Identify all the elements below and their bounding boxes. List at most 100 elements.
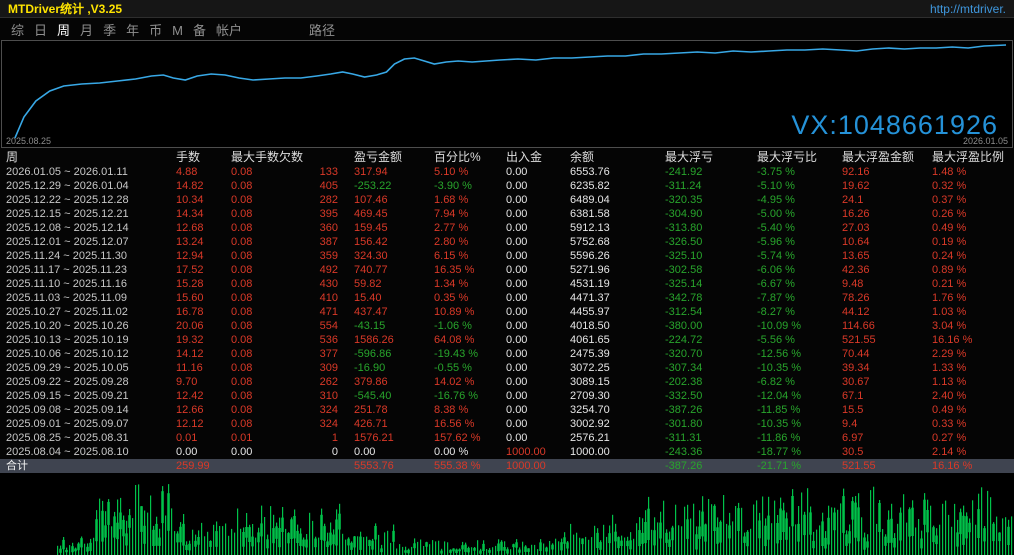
menu-tab-帐户[interactable]: 帐户: [216, 23, 242, 38]
cell-period: 2025.09.15 ~ 2025.09.21: [0, 389, 170, 403]
table-row[interactable]: 2025.09.08 ~ 2025.09.1412.660.08324251.7…: [0, 403, 1014, 417]
cell-max-float-loss: -304.90: [659, 207, 751, 221]
cell-max-lots: 0.08: [225, 347, 280, 361]
cell-count: 133: [280, 165, 348, 179]
cell-max-lots: 0.08: [225, 319, 280, 333]
total-row[interactable]: 合计259.995553.76555.38 %1000.00-387.26-21…: [0, 459, 1014, 473]
table-row[interactable]: 2025.10.13 ~ 2025.10.1919.320.085361586.…: [0, 333, 1014, 347]
table-row[interactable]: 2025.09.01 ~ 2025.09.0712.120.08324426.7…: [0, 417, 1014, 431]
table-row[interactable]: 2025.12.29 ~ 2026.01.0414.820.08405-253.…: [0, 179, 1014, 193]
table-row[interactable]: 2025.12.01 ~ 2025.12.0713.240.08387156.4…: [0, 235, 1014, 249]
cell-count: 262: [280, 375, 348, 389]
cell-pnl: 159.45: [348, 221, 428, 235]
cell-count: 471: [280, 305, 348, 319]
cell-max-float-profit-pct: 1.48 %: [926, 165, 1014, 179]
col-header-balance: 余额: [564, 148, 659, 165]
cell-pnl: 107.46: [348, 193, 428, 207]
cell-period: 2026.01.05 ~ 2026.01.11: [0, 165, 170, 179]
table-row[interactable]: 2025.09.22 ~ 2025.09.289.700.08262379.86…: [0, 375, 1014, 389]
cell-count: 359: [280, 249, 348, 263]
cell-lots: 259.99: [170, 459, 225, 473]
cell-lots: 12.66: [170, 403, 225, 417]
menu-tab-年[interactable]: 年: [126, 23, 139, 38]
cell-lots: 16.78: [170, 305, 225, 319]
menu-tab-日[interactable]: 日: [34, 23, 47, 38]
cell-period: 2025.09.22 ~ 2025.09.28: [0, 375, 170, 389]
cell-lots: 0.00: [170, 445, 225, 459]
cell-max-float-loss: -202.38: [659, 375, 751, 389]
menu-item-path[interactable]: 路径: [309, 20, 335, 39]
table-row[interactable]: 2025.11.10 ~ 2025.11.1615.280.0843059.82…: [0, 277, 1014, 291]
cell-cashflow: 0.00: [500, 319, 564, 333]
cell-max-float-profit-pct: 0.32 %: [926, 179, 1014, 193]
cell-max-float-loss: -311.24: [659, 179, 751, 193]
table-row[interactable]: 2025.09.29 ~ 2025.10.0511.160.08309-16.9…: [0, 361, 1014, 375]
menu-tab-M[interactable]: M: [172, 23, 183, 38]
cell-max-float-loss-pct: -11.85 %: [751, 403, 836, 417]
menu-tab-周[interactable]: 周: [57, 23, 70, 38]
cell-max-float-profit: 39.34: [836, 361, 926, 375]
cell-balance: [564, 459, 659, 473]
cell-cashflow: 0.00: [500, 417, 564, 431]
cell-max-float-profit: 30.5: [836, 445, 926, 459]
cell-cashflow: 1000.00: [500, 459, 564, 473]
table-row[interactable]: 2025.09.15 ~ 2025.09.2112.420.08310-545.…: [0, 389, 1014, 403]
cell-cashflow: 0.00: [500, 179, 564, 193]
table-row[interactable]: 2025.12.22 ~ 2025.12.2810.340.08282107.4…: [0, 193, 1014, 207]
cell-max-float-loss: -320.35: [659, 193, 751, 207]
cell-max-float-loss-pct: -6.67 %: [751, 277, 836, 291]
cell-max-float-profit-pct: 0.26 %: [926, 207, 1014, 221]
app-url-link[interactable]: http://mtdriver.: [930, 2, 1006, 16]
cell-period: 2025.10.13 ~ 2025.10.19: [0, 333, 170, 347]
cell-max-lots: 0.08: [225, 249, 280, 263]
cell-max-float-profit: 27.03: [836, 221, 926, 235]
cell-count: [280, 459, 348, 473]
cell-max-float-loss: -342.78: [659, 291, 751, 305]
cell-pnl-pct: 1.34 %: [428, 277, 500, 291]
cell-max-float-profit-pct: 2.29 %: [926, 347, 1014, 361]
col-header-pnl: 盈亏金额: [348, 148, 428, 165]
cell-lots: 12.42: [170, 389, 225, 403]
menu-tab-综[interactable]: 综: [11, 23, 24, 38]
cell-count: 377: [280, 347, 348, 361]
cell-lots: 15.28: [170, 277, 225, 291]
menu-tab-币[interactable]: 币: [149, 23, 162, 38]
cell-max-float-loss: -243.36: [659, 445, 751, 459]
table-row[interactable]: 2025.08.04 ~ 2025.08.100.000.0000.000.00…: [0, 445, 1014, 459]
cell-max-lots: 0.08: [225, 361, 280, 375]
cell-max-float-profit: 9.4: [836, 417, 926, 431]
table-row[interactable]: 2025.12.15 ~ 2025.12.2114.340.08395469.4…: [0, 207, 1014, 221]
cell-cashflow: 0.00: [500, 291, 564, 305]
cell-max-float-profit-pct: 1.33 %: [926, 361, 1014, 375]
table-row[interactable]: 2025.12.08 ~ 2025.12.1412.680.08360159.4…: [0, 221, 1014, 235]
table-row[interactable]: 2025.10.06 ~ 2025.10.1214.120.08377-596.…: [0, 347, 1014, 361]
menu-tab-备[interactable]: 备: [193, 23, 206, 38]
cell-lots: 0.01: [170, 431, 225, 445]
cell-balance: 4061.65: [564, 333, 659, 347]
cell-balance: 3072.25: [564, 361, 659, 375]
cell-pnl-pct: 6.15 %: [428, 249, 500, 263]
table-row[interactable]: 2025.11.24 ~ 2025.11.3012.940.08359324.3…: [0, 249, 1014, 263]
cell-balance: 4455.97: [564, 305, 659, 319]
cell-cashflow: 0.00: [500, 235, 564, 249]
table-row[interactable]: 2025.10.20 ~ 2025.10.2620.060.08554-43.1…: [0, 319, 1014, 333]
cell-max-float-profit: 10.64: [836, 235, 926, 249]
table-row[interactable]: 2025.08.25 ~ 2025.08.310.010.0111576.211…: [0, 431, 1014, 445]
table-row[interactable]: 2025.10.27 ~ 2025.11.0216.780.08471437.4…: [0, 305, 1014, 319]
cell-max-float-loss: -325.14: [659, 277, 751, 291]
table-row[interactable]: 2026.01.05 ~ 2026.01.114.880.08133317.94…: [0, 165, 1014, 179]
cell-balance: 3089.15: [564, 375, 659, 389]
cell-max-float-profit-pct: 2.14 %: [926, 445, 1014, 459]
col-header-cashflow: 出入金: [500, 148, 564, 165]
cell-cashflow: 0.00: [500, 361, 564, 375]
cell-count: 1: [280, 431, 348, 445]
cell-pnl-pct: -3.90 %: [428, 179, 500, 193]
cell-pnl: 426.71: [348, 417, 428, 431]
cell-max-lots: 0.08: [225, 305, 280, 319]
menu-tab-季[interactable]: 季: [103, 23, 116, 38]
table-row[interactable]: 2025.11.03 ~ 2025.11.0915.600.0841015.40…: [0, 291, 1014, 305]
cell-period: 2025.12.01 ~ 2025.12.07: [0, 235, 170, 249]
table-row[interactable]: 2025.11.17 ~ 2025.11.2317.520.08492740.7…: [0, 263, 1014, 277]
cell-period: 2025.09.01 ~ 2025.09.07: [0, 417, 170, 431]
menu-tab-月[interactable]: 月: [80, 23, 93, 38]
